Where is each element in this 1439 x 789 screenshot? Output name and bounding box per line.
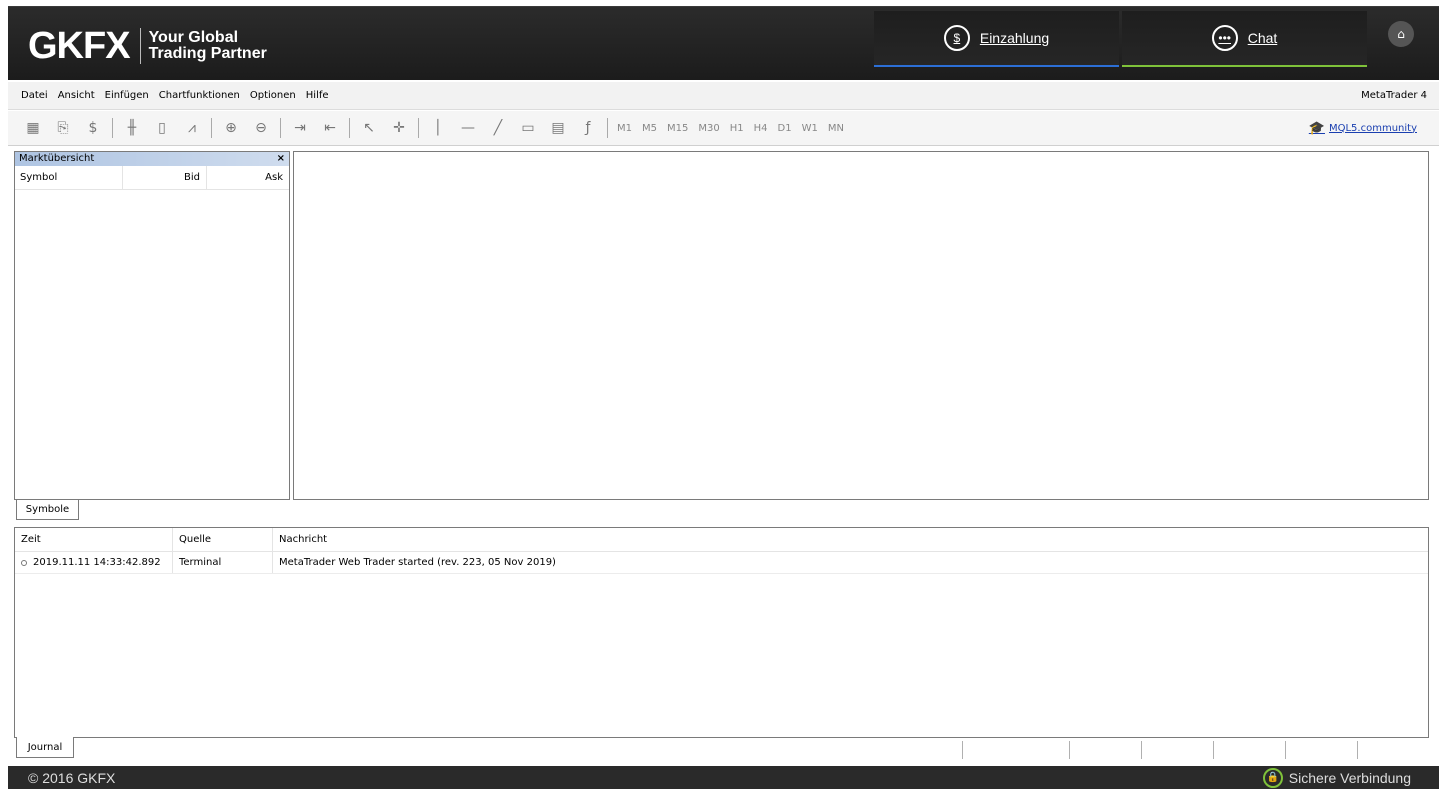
- journal-row[interactable]: 2019.11.11 14:33:42.892 Terminal MetaTra…: [15, 552, 1428, 574]
- zoom-out-icon[interactable]: ⊖: [249, 116, 273, 140]
- timeframe-d1[interactable]: D1: [778, 123, 792, 134]
- logo-divider: [139, 28, 141, 64]
- status-cell: [1213, 741, 1285, 759]
- menu-bar: Datei Ansicht Einfügen Chartfunktionen O…: [8, 82, 1439, 110]
- menu-ansicht[interactable]: Ansicht: [53, 90, 100, 101]
- new-chart-icon[interactable]: ▦: [21, 116, 45, 140]
- graduation-cap-icon: 🎓: [1308, 120, 1325, 136]
- app-name: MetaTrader 4: [1361, 90, 1427, 101]
- timeframe-m1[interactable]: M1: [617, 123, 632, 134]
- close-icon[interactable]: ×: [277, 152, 285, 166]
- timeframe-mn[interactable]: MN: [828, 123, 844, 134]
- tab-journal[interactable]: Journal: [16, 737, 74, 758]
- toolbar-divider: [607, 118, 608, 138]
- status-cell: [1357, 741, 1429, 759]
- logo-text: GKFX: [28, 24, 131, 67]
- status-cell: [1285, 741, 1357, 759]
- timeframe-m5[interactable]: M5: [642, 123, 657, 134]
- menu-hilfe[interactable]: Hilfe: [301, 90, 334, 101]
- menu-datei[interactable]: Datei: [8, 90, 53, 101]
- toolbar-divider: [112, 118, 113, 138]
- journal-panel: Zeit Quelle Nachricht 2019.11.11 14:33:4…: [14, 527, 1429, 738]
- tab-symbole[interactable]: Symbole: [16, 500, 79, 520]
- column-quelle[interactable]: Quelle: [173, 528, 273, 551]
- text-label-icon[interactable]: ▭: [516, 116, 540, 140]
- candlestick-icon[interactable]: ▯: [150, 116, 174, 140]
- auto-scroll-icon[interactable]: ⇥: [288, 116, 312, 140]
- trendline-icon[interactable]: ╱: [486, 116, 510, 140]
- toolbar-divider: [280, 118, 281, 138]
- journal-time-cell: 2019.11.11 14:33:42.892: [15, 552, 173, 573]
- new-order-icon[interactable]: ⎘: [51, 116, 75, 140]
- cursor-icon[interactable]: ↖: [357, 116, 381, 140]
- status-cell: [962, 741, 1069, 759]
- account-icon[interactable]: $: [81, 116, 105, 140]
- mql5-community-label: MQL5.community: [1328, 122, 1417, 134]
- secure-connection-label: Sichere Verbindung: [1288, 769, 1411, 786]
- column-ask[interactable]: Ask: [207, 172, 289, 183]
- toolbar-divider: [211, 118, 212, 138]
- deposit-icon: $: [943, 25, 970, 51]
- log-entry-icon: [21, 559, 27, 566]
- fibonacci-icon[interactable]: ▤: [546, 116, 570, 140]
- market-watch-panel: Marktübersicht × Symbol Bid Ask: [14, 151, 290, 500]
- menu-chartfunktionen[interactable]: Chartfunktionen: [154, 90, 245, 101]
- lock-icon: 🔒: [1262, 767, 1283, 788]
- timeframe-m30[interactable]: M30: [698, 123, 719, 134]
- column-bid[interactable]: Bid: [123, 166, 207, 189]
- market-watch-header: Symbol Bid Ask: [15, 166, 289, 190]
- column-zeit[interactable]: Zeit: [15, 528, 173, 551]
- header-bar: GKFX Your Global Trading Partner $ Einza…: [8, 6, 1439, 80]
- home-icon[interactable]: ⌂: [1388, 21, 1414, 47]
- status-cell: [1141, 741, 1213, 759]
- bar-chart-icon[interactable]: ╫: [120, 116, 144, 140]
- chat-icon: •••: [1211, 25, 1238, 51]
- crosshair-icon[interactable]: ✛: [387, 116, 411, 140]
- deposit-label: Einzahlung: [979, 30, 1050, 46]
- deposit-button[interactable]: $ Einzahlung: [874, 11, 1119, 67]
- market-watch-title-bar: Marktübersicht ×: [15, 152, 289, 166]
- column-nachricht[interactable]: Nachricht: [273, 528, 1428, 551]
- footer-bar: © 2016 GKFX 🔒 Sichere Verbindung: [8, 766, 1439, 789]
- column-symbol[interactable]: Symbol: [15, 166, 123, 189]
- status-cell: [1069, 741, 1141, 759]
- timeframe-h1[interactable]: H1: [730, 123, 744, 134]
- line-chart-icon[interactable]: ⩘: [180, 116, 204, 140]
- toolbar-divider: [349, 118, 350, 138]
- gkfx-logo: GKFX Your Global Trading Partner: [28, 25, 267, 67]
- chart-area[interactable]: [293, 151, 1429, 500]
- indicators-icon[interactable]: ƒ: [576, 116, 600, 140]
- status-bar-cells: [962, 741, 1429, 759]
- logo-tagline: Your Global Trading Partner: [149, 30, 267, 62]
- tagline-line1: Your Global: [148, 29, 239, 46]
- timeframe-w1[interactable]: W1: [802, 123, 818, 134]
- vertical-line-icon[interactable]: │: [426, 116, 450, 140]
- copyright-text: © 2016 GKFX: [28, 769, 116, 786]
- toolbar: ▦ ⎘ $ ╫ ▯ ⩘ ⊕ ⊖ ⇥ ⇤ ↖ ✛ │ — ╱ ▭ ▤ ƒ M1 M…: [8, 111, 1439, 146]
- journal-source: Terminal: [173, 552, 273, 573]
- zoom-in-icon[interactable]: ⊕: [219, 116, 243, 140]
- menu-einfuegen[interactable]: Einfügen: [100, 90, 154, 101]
- chat-button[interactable]: ••• Chat: [1122, 11, 1367, 67]
- menu-optionen[interactable]: Optionen: [245, 90, 301, 101]
- journal-message: MetaTrader Web Trader started (rev. 223,…: [279, 557, 556, 568]
- mql5-community-link[interactable]: 🎓 MQL5.community: [1309, 121, 1417, 136]
- timeframe-h4[interactable]: H4: [754, 123, 768, 134]
- chart-shift-icon[interactable]: ⇤: [318, 116, 342, 140]
- market-watch-title: Marktübersicht: [19, 153, 95, 164]
- secure-connection-indicator: 🔒 Sichere Verbindung: [1262, 767, 1411, 788]
- tagline-line2: Trading Partner: [148, 45, 267, 62]
- journal-header: Zeit Quelle Nachricht: [15, 528, 1428, 552]
- journal-time: 2019.11.11 14:33:42.892: [33, 557, 161, 568]
- horizontal-line-icon[interactable]: —: [456, 116, 480, 140]
- timeframe-m15[interactable]: M15: [667, 123, 688, 134]
- toolbar-divider: [418, 118, 419, 138]
- chat-label: Chat: [1247, 30, 1278, 46]
